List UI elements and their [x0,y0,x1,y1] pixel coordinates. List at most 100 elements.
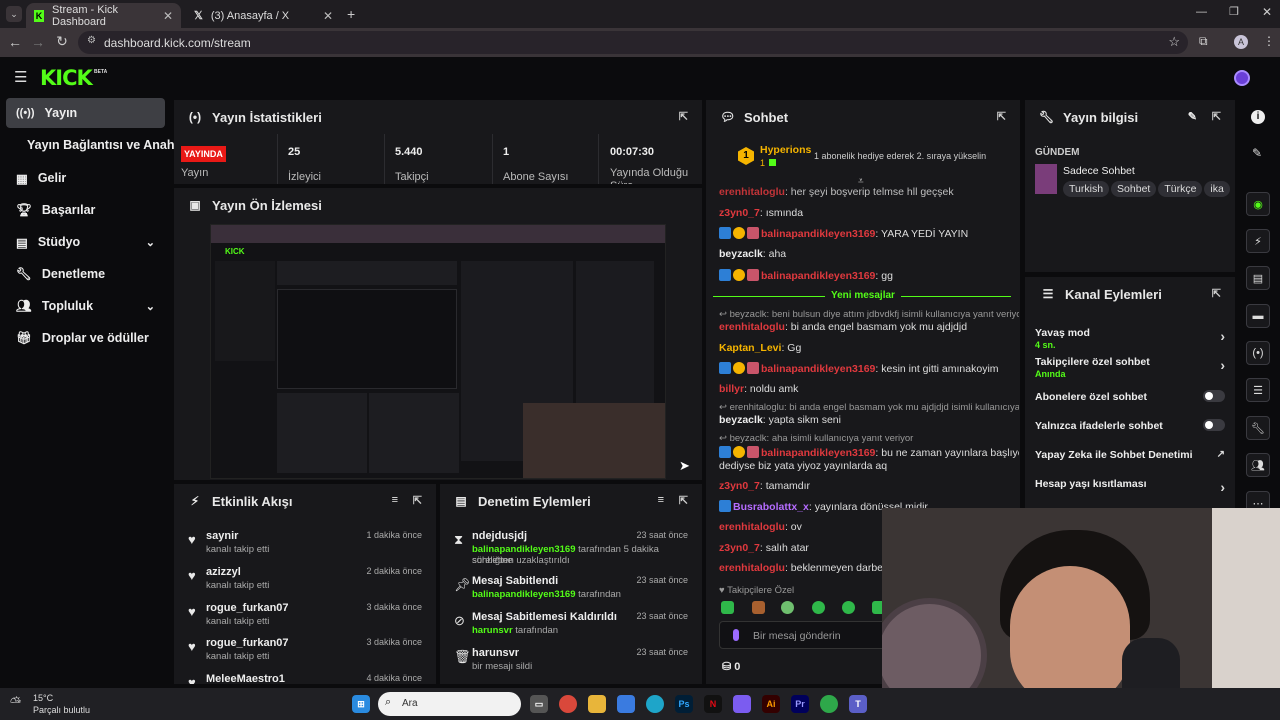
copilot-icon[interactable] [733,695,751,713]
category-name[interactable]: Sadece Sohbet [1063,165,1135,177]
kick-logo[interactable]: KICK [40,66,93,90]
file-explorer-icon[interactable] [588,695,606,713]
site-info-icon[interactable]: ⚙ [87,35,96,46]
slow-mode-action[interactable]: Yavaş mod 4 sn. › [1035,327,1225,355]
account-age-action[interactable]: Hesap yaşı kısıtlaması › [1035,478,1225,506]
tag-chip[interactable]: ika [1204,181,1230,197]
chat-username[interactable]: billyr [719,383,744,395]
rail-list-icon[interactable]: ☰ [1246,378,1270,402]
sidebar-item-basarilar[interactable]: 🏆︎ Başarılar [6,195,165,225]
rail-chat-icon[interactable]: ▬ [1246,304,1270,328]
reload-icon[interactable]: ↻ [50,33,74,50]
sidebar-item-gelir[interactable]: ▦ Gelir [6,163,165,193]
bookmark-star-icon[interactable]: ☆ [1168,34,1180,50]
taskbar-search[interactable]: ⌕ Ara [378,692,521,716]
user-avatar[interactable] [1234,70,1250,86]
activity-user[interactable]: rogue_furkan07 [206,637,289,649]
weather-temp[interactable]: 15°C [33,693,53,703]
close-tab-icon[interactable]: ✕ [163,9,173,23]
restore-icon[interactable]: ❐ [1229,5,1239,18]
browser-menu-icon[interactable]: ⋮ [1263,34,1275,48]
filter-icon[interactable]: ≡ [392,494,398,506]
followers-only-action[interactable]: Takipçilere özel sohbet Anında › [1035,356,1225,384]
chevron-right-icon[interactable]: › [1220,328,1225,344]
close-window-icon[interactable]: ✕ [1262,5,1272,19]
chrome-active-icon[interactable] [820,695,838,713]
edit-pencil-icon[interactable]: ✎ [1188,110,1197,123]
activity-user[interactable]: azizzyl [206,566,241,578]
tag-chip[interactable]: Türkçe [1158,181,1203,197]
microphone-icon[interactable] [733,629,739,641]
info-icon[interactable]: i [1251,110,1265,124]
address-bar[interactable]: ⚙ dashboard.kick.com/stream ☆ [78,31,1188,54]
chat-username[interactable]: z3yn0_7 [719,542,760,554]
tab-x[interactable]: 𝕏 (3) Anasayfa / X ✕ [186,3,341,28]
chat-username[interactable]: balinapandikleyen3169 [761,228,875,240]
channel-points[interactable]: ⛁ 0 [722,660,740,673]
extensions-icon[interactable]: ⧉ [1199,34,1208,49]
reply-context[interactable]: ↩ beyzaclk: beni bulsun diye attım jdbvd… [719,309,1019,320]
popout-icon[interactable]: ⇱ [997,110,1006,123]
chevron-down-icon[interactable]: ⌄ [146,300,155,313]
stream-preview-video[interactable]: KICK [210,224,666,479]
moderation-title[interactable]: harunsvr [472,647,519,659]
rail-camera-icon[interactable]: ◉ [1246,192,1270,216]
moderator-user[interactable]: balinapandikleyen3169 [472,589,576,600]
new-tab-icon[interactable]: + [347,6,355,22]
reply-context[interactable]: ↩ beyzaclk: aha isimli kullanıcıya yanıt… [719,433,1019,444]
emote-icon[interactable] [752,601,765,614]
sidebar-item-yayin[interactable]: ((•)) Yayın [6,98,165,128]
chat-username[interactable]: z3yn0_7 [719,480,760,492]
chat-username[interactable]: Busrabolattx_x [733,501,809,513]
illustrator-icon[interactable]: Ai [762,695,780,713]
sidebar-item-studyo[interactable]: ▤ Stüdyo ⌄ [6,227,165,257]
store-icon[interactable] [617,695,635,713]
chat-username[interactable]: beyzaclk [719,248,763,260]
chat-username[interactable]: balinapandikleyen3169 [761,270,875,282]
chat-username[interactable]: erenhitaloglu [719,521,785,533]
pinned-user[interactable]: Hyperions [760,144,811,156]
chat-username[interactable]: z3yn0_7 [719,207,760,219]
emote-icon[interactable] [781,601,794,614]
chat-username[interactable]: beyzaclk [719,414,763,426]
forward-icon[interactable]: → [26,34,50,50]
tab-kick-dashboard[interactable]: K Stream - Kick Dashboard ✕ [26,3,181,28]
photoshop-icon[interactable]: Ps [675,695,693,713]
hamburger-menu-icon[interactable]: ☰ [14,68,27,86]
netflix-icon[interactable]: N [704,695,722,713]
close-tab-icon[interactable]: ✕ [323,9,333,23]
external-link-icon[interactable]: ↗ [1217,449,1225,460]
emote-icon[interactable] [721,601,734,614]
chat-username[interactable]: balinapandikleyen3169 [761,447,875,459]
emotes-only-action[interactable]: Yalnızca ifadelerle sohbet [1035,419,1225,448]
chat-username[interactable]: balinapandikleyen3169 [761,363,875,375]
tag-chip[interactable]: Turkish [1063,181,1110,197]
tab-search-button[interactable]: ⌄ [6,6,22,22]
sidebar-item-stream-key[interactable]: Yayın Bağlantısı ve Anahtarı [6,130,176,160]
rail-people-icon[interactable]: 👥︎ [1246,453,1270,477]
edit-icon[interactable]: ✎ [1252,146,1262,160]
sidebar-item-topluluk[interactable]: 👥︎ Topluluk ⌄ [6,291,165,321]
premiere-icon[interactable]: Pr [791,695,809,713]
popout-icon[interactable]: ⇱ [413,494,422,507]
rail-clipboard-icon[interactable]: ▤ [1246,266,1270,290]
chevron-right-icon[interactable]: › [1220,479,1225,495]
ai-moderation-action[interactable]: Yapay Zeka ile Sohbet Denetimi ↗ [1035,449,1225,477]
reply-context[interactable]: ↩ erenhitaloglu: bi anda engel basmam yo… [719,402,1019,413]
start-menu-icon[interactable]: ⊞ [352,695,370,713]
chat-username[interactable]: Kaptan_Levi [719,342,781,354]
popout-icon[interactable]: ⇱ [1212,287,1221,300]
activity-user[interactable]: rogue_furkan07 [206,602,289,614]
tag-chip[interactable]: Sohbet [1111,181,1157,197]
emotes-only-toggle[interactable] [1203,419,1225,431]
rail-lightning-icon[interactable]: ⚡︎ [1246,229,1270,253]
filter-icon[interactable]: ≡ [658,494,664,506]
subscribers-only-toggle[interactable] [1203,390,1225,402]
edge-icon[interactable] [646,695,664,713]
activity-user[interactable]: saynir [206,530,238,542]
task-view-icon[interactable]: ▭ [530,695,548,713]
rail-broadcast-icon[interactable]: (•) [1246,341,1270,365]
chrome-icon[interactable] [559,695,577,713]
popout-icon[interactable]: ⇱ [679,494,688,507]
popout-icon[interactable]: ⇱ [679,110,688,123]
